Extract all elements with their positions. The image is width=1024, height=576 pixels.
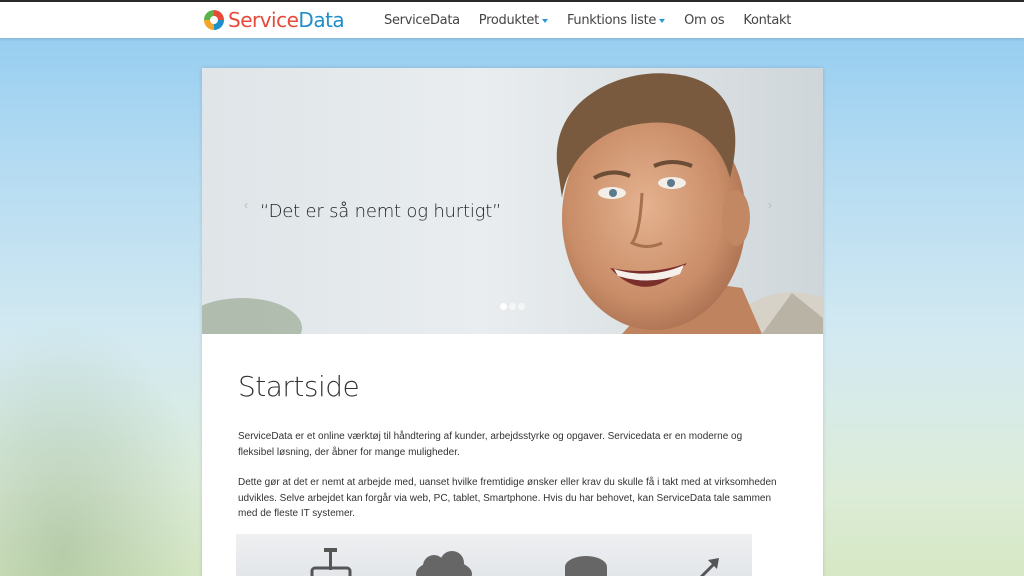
content-panel: “Det er så nemt og hurtigt” ‹ › Startsid…	[202, 68, 823, 576]
carousel-indicators	[500, 303, 527, 310]
servicedata-logo-icon	[204, 10, 224, 30]
page-title: Startside	[238, 370, 360, 403]
hero-carousel: “Det er så nemt og hurtigt” ‹ ›	[202, 68, 823, 334]
brand-name: ServiceData	[228, 8, 345, 32]
main-content: Startside ServiceData er et online værkt…	[238, 370, 778, 537]
background-blur	[0, 316, 210, 576]
nav-item-kontakt[interactable]: Kontakt	[743, 13, 791, 28]
nav-item-om-os[interactable]: Om os	[684, 13, 725, 28]
carousel-dot-3[interactable]	[518, 303, 525, 310]
caret-down-icon	[541, 18, 548, 23]
arrow-icon	[699, 558, 719, 576]
brand-logo[interactable]: ServiceData	[203, 7, 345, 33]
server-icon	[565, 556, 607, 576]
nav-item-funktions-liste[interactable]: Funktions liste	[567, 13, 666, 28]
caret-down-icon	[659, 18, 666, 23]
carousel-dot-2[interactable]	[509, 303, 516, 310]
cloud-icon	[416, 551, 472, 576]
carousel-dot-1[interactable]	[500, 303, 507, 310]
hero-quote: “Det er så nemt og hurtigt”	[260, 201, 502, 222]
antenna-icon	[310, 548, 352, 576]
nav-item-servicedata[interactable]: ServiceData	[384, 13, 460, 28]
carousel-prev-button[interactable]: ‹	[244, 198, 248, 212]
nav-item-produktet[interactable]: Produktet	[479, 13, 548, 28]
top-navbar: ServiceData ServiceData Produktet Funkti…	[0, 0, 1024, 38]
details-paragraph: Dette gør at det er nemt at arbejde med,…	[238, 477, 777, 519]
main-nav: ServiceData Produktet Funktions liste Om…	[384, 13, 810, 28]
feature-diagram	[236, 534, 752, 576]
intro-paragraph: ServiceData er et online værktøj til hån…	[238, 431, 743, 458]
carousel-next-button[interactable]: ›	[768, 198, 772, 212]
